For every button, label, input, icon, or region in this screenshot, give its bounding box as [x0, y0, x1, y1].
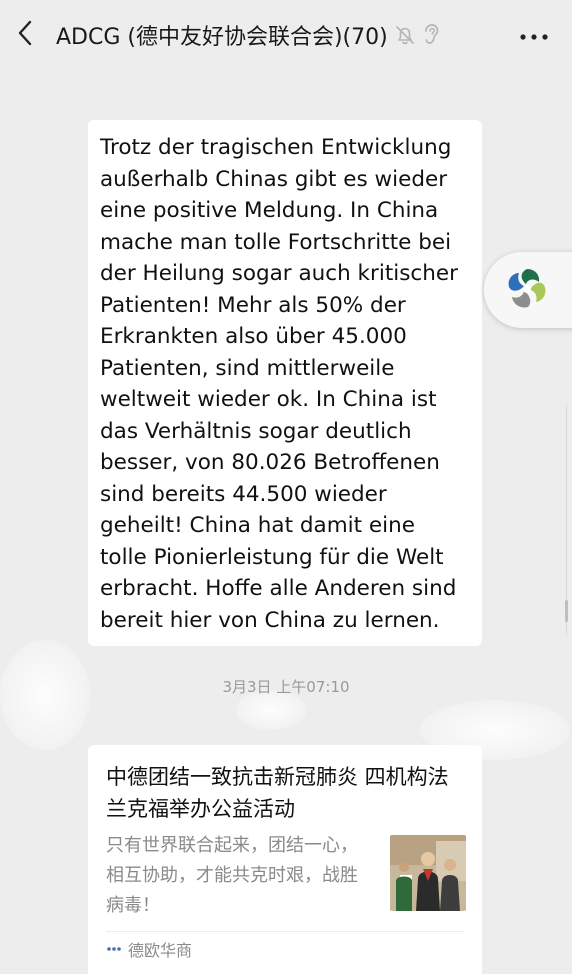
more-icon	[519, 26, 549, 45]
link-card-divider	[106, 931, 464, 932]
scroll-thumb[interactable]	[565, 600, 568, 622]
mute-bell-icon	[394, 24, 416, 46]
chat-title-group: ADCG (德中友好协会联合会)(70)	[56, 19, 440, 51]
link-card-description: 只有世界联合起来，团结一心，相互协助，才能共克时艰，战胜病毒！	[106, 835, 358, 916]
message-bubble[interactable]: Trotz der tragischen Entwicklung außerha…	[88, 120, 482, 646]
floating-window-button[interactable]	[484, 252, 572, 328]
back-arrow-icon	[17, 19, 33, 51]
chat-header: ADCG (德中友好协会联合会)(70)	[0, 0, 572, 70]
more-options-button[interactable]	[514, 20, 554, 50]
message-timestamp: 3月3日 上午07:10	[222, 678, 350, 696]
shared-link-card[interactable]: 中德团结一致抗击新冠肺炎 四机构法兰克福举办公益活动 只有世界联合起来，团结一心…	[88, 745, 482, 974]
source-dots-icon	[106, 943, 124, 955]
app-logo-icon	[504, 265, 550, 315]
chat-screen: ADCG (德中友好协会联合会)(70) Trotz der tragische…	[0, 0, 572, 974]
link-card-source-name: 德欧华商	[128, 941, 193, 960]
link-card-source: 德欧华商	[106, 937, 192, 961]
message-text: Trotz der tragischen Entwicklung außerha…	[100, 135, 458, 633]
ear-icon	[422, 23, 440, 47]
back-button[interactable]	[10, 17, 40, 53]
chat-title: ADCG (德中友好协会联合会)(70)	[56, 25, 388, 50]
link-card-thumbnail	[390, 835, 466, 911]
link-card-title: 中德团结一致抗击新冠肺炎 四机构法兰克福举办公益活动	[106, 765, 449, 821]
